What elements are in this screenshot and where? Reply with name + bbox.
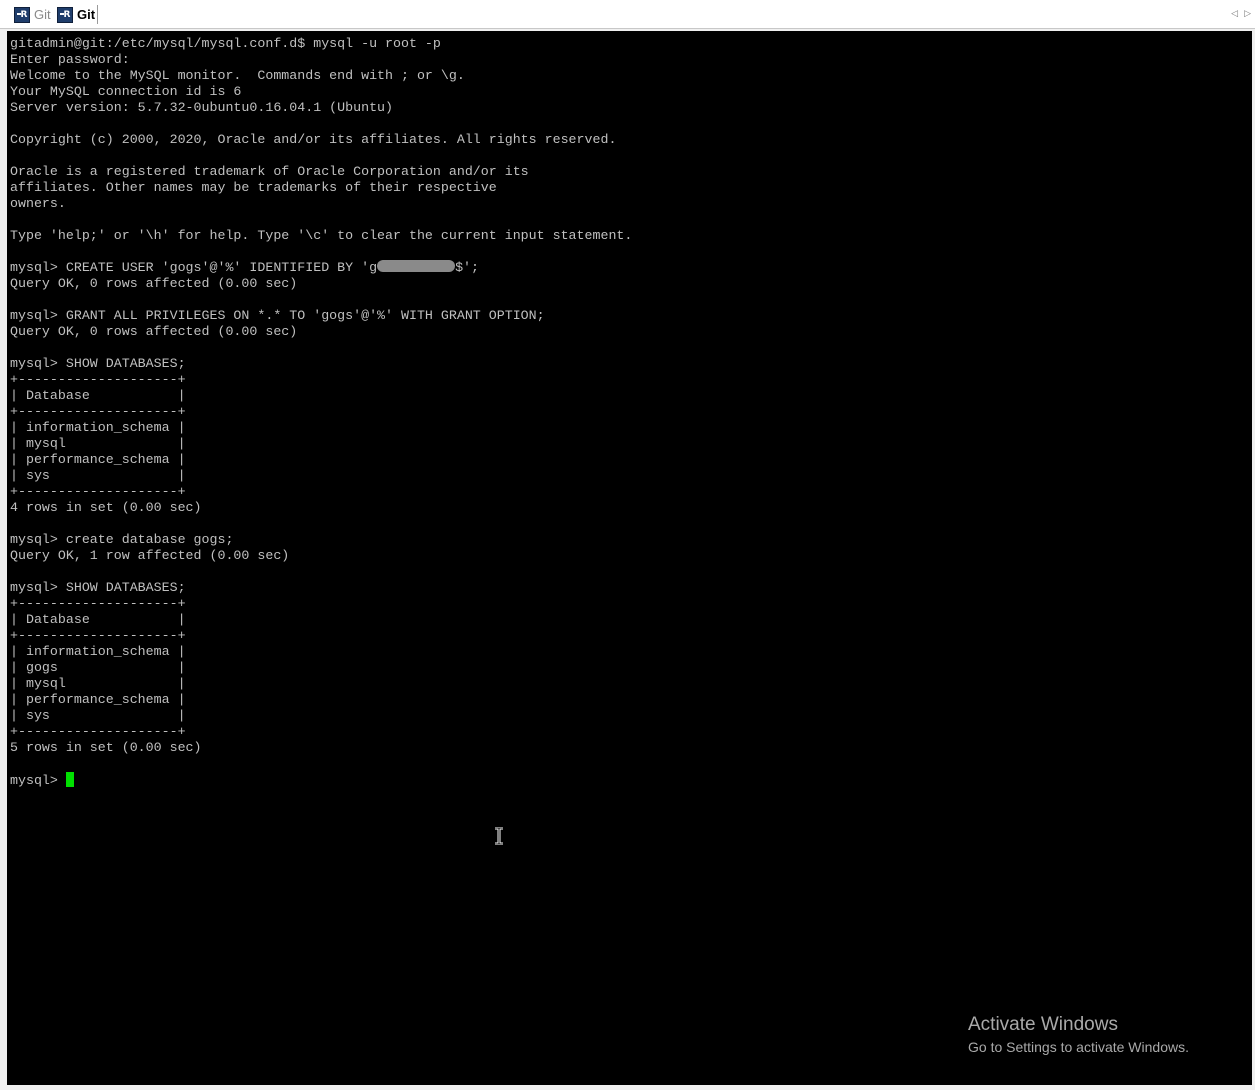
chevron-right-icon[interactable]: ▷ <box>1244 8 1251 19</box>
tab-separator <box>97 5 98 24</box>
terminal-line: mysql> SHOW DATABASES; <box>10 580 186 595</box>
terminal-line: Query OK, 0 rows affected (0.00 sec) <box>10 324 298 339</box>
putty-terminal-icon: R <box>57 6 73 23</box>
terminal-line: Oracle is a registered trademark of Orac… <box>10 164 529 179</box>
terminal-line: | sys | <box>10 468 186 483</box>
tab-scroll-arrows: ◁ ▷ <box>1231 8 1251 19</box>
terminal-line: +--------------------+ <box>10 404 186 419</box>
terminal-line: | mysql | <box>10 436 186 451</box>
terminal-line: | Database | <box>10 388 186 403</box>
terminal-line: 4 rows in set (0.00 sec) <box>10 500 202 515</box>
command-text: mysql> CREATE USER 'gogs'@'%' IDENTIFIED… <box>10 260 378 275</box>
terminal-line: +--------------------+ <box>10 372 186 387</box>
terminal-line: owners. <box>10 196 66 211</box>
chevron-left-icon[interactable]: ◁ <box>1231 8 1238 19</box>
terminal-line: | gogs | <box>10 660 186 675</box>
watermark-subtitle: Go to Settings to activate Windows. <box>968 1039 1189 1055</box>
terminal-line: Type 'help;' or '\h' for help. Type '\c'… <box>10 228 633 243</box>
terminal-line: mysql> SHOW DATABASES; <box>10 356 186 371</box>
tab-bar: R Git R Git ◁ ▷ <box>0 0 1255 29</box>
terminal-line: Enter password: <box>10 52 130 67</box>
terminal-line: | information_schema | <box>10 420 186 435</box>
terminal-line: | mysql | <box>10 676 186 691</box>
terminal-line: | performance_schema | <box>10 452 186 467</box>
terminal-output[interactable]: gitadmin@git:/etc/mysql/mysql.conf.d$ my… <box>7 31 1252 1085</box>
terminal-line: +--------------------+ <box>10 724 186 739</box>
terminal-line: 5 rows in set (0.00 sec) <box>10 740 202 755</box>
tab-label: Git <box>77 7 96 22</box>
text-cursor <box>65 772 74 787</box>
terminal-line: Query OK, 0 rows affected (0.00 sec) <box>10 276 298 291</box>
putty-window: R Git R Git ◁ ▷ gitadmin@git:/etc/mysql/… <box>0 0 1255 1090</box>
watermark-title: Activate Windows <box>968 1014 1118 1035</box>
terminal-line-masked: mysql> CREATE USER 'gogs'@'%' IDENTIFIED… <box>10 260 1252 276</box>
redacted-password <box>377 260 456 272</box>
terminal-line: gitadmin@git:/etc/mysql/mysql.conf.d$ my… <box>10 36 441 51</box>
terminal-line: mysql> create database gogs; <box>10 532 234 547</box>
windows-activation-watermark: Activate Windows Go to Settings to activ… <box>968 1013 1189 1057</box>
terminal-line: mysql> GRANT ALL PRIVILEGES ON *.* TO 'g… <box>10 308 545 323</box>
terminal-line: Welcome to the MySQL monitor. Commands e… <box>10 68 465 83</box>
terminal-line: Server version: 5.7.32-0ubuntu0.16.04.1 … <box>10 100 394 115</box>
command-text: $'; <box>455 260 480 275</box>
terminal-line: +--------------------+ <box>10 484 186 499</box>
ibeam-cursor-icon <box>495 827 503 845</box>
tab-label: Git <box>34 7 51 22</box>
terminal-line: | information_schema | <box>10 644 186 659</box>
terminal-line: | Database | <box>10 612 186 627</box>
tab-git-2[interactable]: R Git <box>55 4 95 25</box>
terminal-line: +--------------------+ <box>10 596 186 611</box>
terminal-line: | performance_schema | <box>10 692 186 707</box>
tab-git-1[interactable]: R Git <box>12 4 51 25</box>
terminal-line: affiliates. Other names may be trademark… <box>10 180 497 195</box>
mysql-prompt: mysql> <box>10 773 66 788</box>
terminal-line: +--------------------+ <box>10 628 186 643</box>
terminal-prompt-line[interactable]: mysql> <box>10 772 1252 788</box>
terminal-line: Your MySQL connection id is 6 <box>10 84 242 99</box>
terminal-line: | sys | <box>10 708 186 723</box>
terminal-line: Copyright (c) 2000, 2020, Oracle and/or … <box>10 132 617 147</box>
putty-terminal-icon: R <box>14 6 30 23</box>
terminal-line: Query OK, 1 row affected (0.00 sec) <box>10 548 290 563</box>
